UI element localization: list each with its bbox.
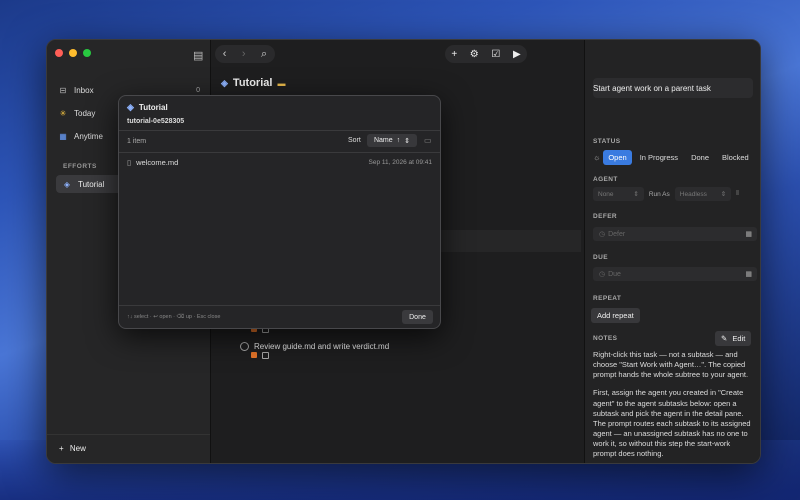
file-row[interactable]: ▯ welcome.md Sep 11, 2026 at 09:41 xyxy=(127,158,432,167)
detail-pane: Start agent work on a parent task STATUS… xyxy=(584,40,760,463)
status-open[interactable]: Open xyxy=(603,150,632,165)
close-window-button[interactable] xyxy=(55,49,63,57)
notes-paragraph: Right-click this task — not a subtask — … xyxy=(593,350,749,380)
files-popover: ◈ Tutorial tutorial-0e528305 1 item Sort… xyxy=(118,95,441,329)
sun-icon: ✳ xyxy=(59,108,67,118)
minimize-window-button[interactable] xyxy=(69,49,77,57)
sidebar-item-label: Tutorial xyxy=(78,179,105,189)
notes-body: Right-click this task — not a subtask — … xyxy=(593,350,753,463)
calendar-icon[interactable]: ▦ xyxy=(745,230,752,238)
window-controls xyxy=(55,49,91,57)
new-button[interactable]: + New xyxy=(59,444,86,453)
task-title-text: Start agent work on a parent task xyxy=(593,83,711,93)
plus-icon: + xyxy=(59,444,64,453)
new-button-label: New xyxy=(69,444,86,453)
item-count: 1 item xyxy=(127,138,147,145)
sidebar-item-label: Today xyxy=(74,108,96,118)
popover-footer: ↑↓ select · ↩ open · ⌫ up · Esc close Do… xyxy=(119,305,440,328)
document-icon: ▯ xyxy=(127,158,132,167)
status-done[interactable]: Done xyxy=(686,150,714,165)
add-repeat-button[interactable]: Add repeat xyxy=(591,308,640,323)
file-date: Sep 11, 2026 at 09:41 xyxy=(368,159,433,166)
defer-label: DEFER xyxy=(593,213,618,220)
agent-label: AGENT xyxy=(593,176,618,183)
file-name: welcome.md xyxy=(136,158,179,167)
task-title: Review guide.md and write verdict.md xyxy=(254,342,390,351)
edit-icon: ✎ xyxy=(721,334,728,343)
sort-label: Sort xyxy=(348,137,361,144)
run-as-label: Run As xyxy=(648,190,670,198)
status-in-progress[interactable]: In Progress xyxy=(635,150,683,165)
edit-notes-button[interactable]: ✎ Edit xyxy=(715,331,752,346)
add-task-icon[interactable]: + xyxy=(451,49,457,60)
forward-icon[interactable]: › xyxy=(242,48,246,60)
efforts-section-header: EFFORTS xyxy=(63,163,97,170)
calendar-icon[interactable]: ▦ xyxy=(745,270,752,278)
done-button[interactable]: Done xyxy=(402,310,433,324)
task-title-field[interactable]: Start agent work on a parent task xyxy=(593,78,753,98)
popover-title-row: ◈ Tutorial xyxy=(127,102,168,113)
clock-icon: ◷ xyxy=(599,271,606,278)
inbox-icon: ⊟ xyxy=(59,85,67,95)
keyboard-hint: ↑↓ select · ↩ open · ⌫ up · Esc close xyxy=(127,314,221,320)
repeat-label: REPEAT xyxy=(593,295,622,302)
agent-select[interactable]: None ⇕ xyxy=(593,187,644,201)
popover-toolbar: 1 item Sort Name ↑ ⇕ ▭ xyxy=(119,130,440,153)
clock-icon: ◷ xyxy=(599,231,606,238)
task-meta-icons xyxy=(251,352,269,359)
bars-icon: ⫴ xyxy=(736,190,739,197)
status-blocked[interactable]: Blocked xyxy=(717,150,754,165)
edit-label: Edit xyxy=(732,334,746,343)
agent-icon[interactable]: ⚙ xyxy=(470,49,479,60)
sidebar-item-label: Anytime xyxy=(74,131,103,141)
popover-subtitle: tutorial-0e528305 xyxy=(127,118,185,125)
sidebar-item-label: Inbox xyxy=(74,85,94,95)
agent-row: None ⇕ Run As Headless ⇕ ⫴ xyxy=(593,187,739,201)
action-toolbar: + ⚙ ☑ ▶ xyxy=(445,45,527,63)
due-field[interactable]: ◷ Due ▦ xyxy=(593,267,757,281)
popover-title: Tutorial xyxy=(138,103,168,112)
status-label: STATUS xyxy=(593,138,621,145)
task-checkbox[interactable] xyxy=(240,342,249,351)
sort-value: Name xyxy=(373,137,393,144)
play-icon[interactable]: ▶ xyxy=(513,49,521,60)
agent-value: None xyxy=(598,191,614,198)
layers-icon: ◈ xyxy=(127,102,134,112)
task-row[interactable]: Review guide.md and write verdict.md xyxy=(240,342,389,351)
note-icon xyxy=(262,352,269,359)
inbox-count: 0 xyxy=(196,86,200,94)
arrow-up-icon: ↑ xyxy=(396,137,401,144)
chevron-updown-icon: ⇕ xyxy=(404,137,411,145)
due-placeholder: Due xyxy=(608,270,621,278)
list-header: ◈ Tutorial ▬ xyxy=(221,77,285,89)
notes-label: NOTES xyxy=(593,335,618,342)
sort-select[interactable]: Name ↑ ⇕ xyxy=(367,134,417,147)
layers-icon: ◈ xyxy=(221,77,228,88)
run-as-value: Headless xyxy=(679,191,707,198)
folder-icon[interactable]: ▭ xyxy=(424,136,432,145)
page-title: Tutorial xyxy=(232,77,273,89)
defer-placeholder: Defer xyxy=(608,230,626,238)
defer-field[interactable]: ◷ Defer ▦ xyxy=(593,227,757,241)
back-icon[interactable]: ‹ xyxy=(223,48,227,60)
calendar-icon: ▦ xyxy=(59,131,67,141)
brightness-icon: ☼ xyxy=(593,153,601,162)
search-icon[interactable]: ⌕ xyxy=(261,48,267,61)
nav-toolbar: ‹ › ⌕ xyxy=(215,45,275,63)
folder-icon[interactable]: ▬ xyxy=(277,79,285,88)
checkbox-icon[interactable]: ☑ xyxy=(491,49,500,60)
sidebar-toggle-icon[interactable]: ▤ xyxy=(193,49,203,62)
run-as-select[interactable]: Headless ⇕ xyxy=(674,187,732,201)
lock-icon xyxy=(251,352,257,358)
due-label: DUE xyxy=(593,254,608,261)
zoom-window-button[interactable] xyxy=(83,49,91,57)
status-segmented-control: ☼ Open In Progress Done Blocked xyxy=(593,150,754,165)
popover-header: ◈ Tutorial tutorial-0e528305 xyxy=(119,96,440,131)
notes-paragraph: First, assign the agent you created in "… xyxy=(593,388,751,459)
layers-icon: ◈ xyxy=(63,179,71,189)
